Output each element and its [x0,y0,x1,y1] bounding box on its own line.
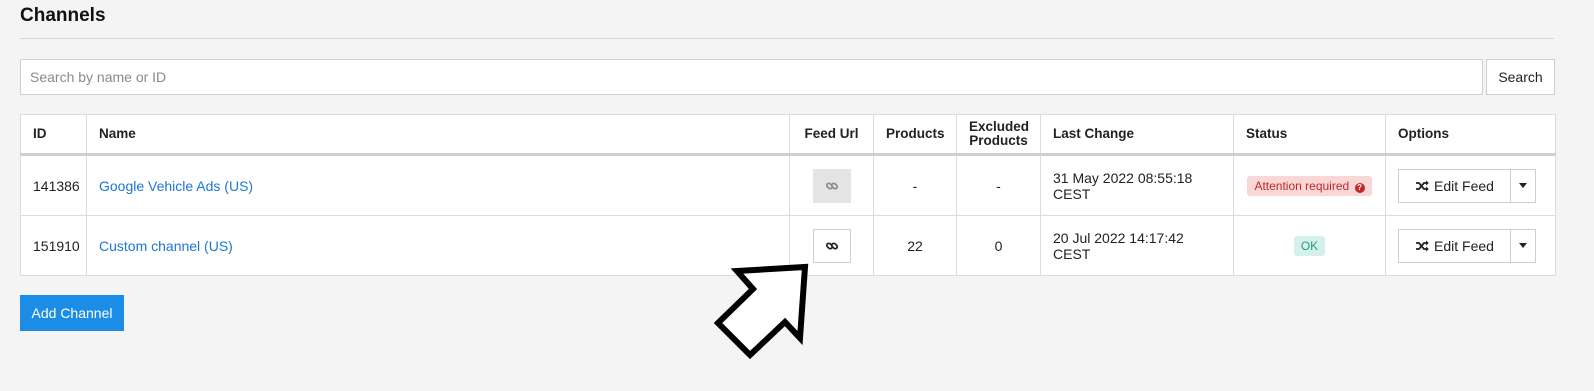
options-button-group: Edit Feed [1398,228,1543,263]
table-row: 141386 Google Vehicle Ads (US) - - 31 Ma… [20,154,1556,216]
column-header-status[interactable]: Status [1233,114,1386,156]
column-header-last-change[interactable]: Last Change [1040,114,1234,156]
last-change: 20 Jul 2022 14:17:42 CEST [1040,215,1234,276]
question-circle-icon[interactable]: ? [1354,182,1365,193]
options-cell: Edit Feed [1385,154,1556,216]
feed-url-button-disabled [812,168,851,203]
channel-name-cell: Google Vehicle Ads (US) [86,154,790,216]
column-header-products[interactable]: Products [873,114,957,156]
excluded-products-count: 0 [956,215,1041,276]
status-cell: Attention required ? [1233,154,1386,216]
channel-id: 141386 [20,154,87,216]
column-header-excluded-products[interactable]: Excluded Products [956,114,1041,156]
edit-feed-button[interactable]: Edit Feed [1398,168,1511,203]
products-count: - [873,154,957,216]
column-header-feed-url[interactable]: Feed Url [789,114,874,156]
caret-down-icon [1519,243,1527,248]
table-header-row: ID Name Feed Url Products Excluded Produ… [20,114,1556,156]
excluded-products-count: - [956,154,1041,216]
caret-down-icon [1519,183,1527,188]
channels-table: ID Name Feed Url Products Excluded Produ… [20,114,1556,276]
options-dropdown-toggle[interactable] [1510,168,1536,203]
shuffle-icon [1416,240,1429,251]
arrow-pointer-icon [713,263,809,360]
options-button-group: Edit Feed [1398,168,1543,203]
channel-name-link[interactable]: Google Vehicle Ads (US) [99,178,253,194]
last-change: 31 May 2022 08:55:18 CEST [1040,154,1234,216]
status-cell: OK [1233,215,1386,276]
excluded-header-line2: Products [969,133,1028,148]
shuffle-icon [1416,180,1429,191]
feed-url-cell [789,154,874,216]
channel-name-cell: Custom channel (US) [86,215,790,276]
products-count: 22 [873,215,957,276]
link-icon [825,241,838,250]
search-button[interactable]: Search [1486,59,1555,95]
title-divider [20,38,1554,39]
channel-name-link[interactable]: Custom channel (US) [99,238,233,254]
excluded-header-line1: Excluded [969,119,1030,134]
column-header-options: Options [1385,114,1556,156]
options-cell: Edit Feed [1385,215,1556,276]
channel-id: 151910 [20,215,87,276]
search-input[interactable] [20,59,1483,95]
edit-feed-label: Edit Feed [1434,177,1494,194]
page-title: Channels [20,5,106,26]
column-header-name[interactable]: Name [86,114,790,156]
status-badge[interactable]: Attention required ? [1247,175,1372,196]
edit-feed-button[interactable]: Edit Feed [1398,228,1511,263]
options-dropdown-toggle[interactable] [1510,228,1536,263]
column-header-id[interactable]: ID [20,114,87,156]
link-icon [825,181,838,190]
add-channel-button[interactable]: Add Channel [20,295,124,331]
status-label: Attention required [1254,178,1350,193]
status-badge: OK [1293,235,1326,256]
search-bar: Search [20,59,1555,95]
edit-feed-label: Edit Feed [1434,237,1494,254]
